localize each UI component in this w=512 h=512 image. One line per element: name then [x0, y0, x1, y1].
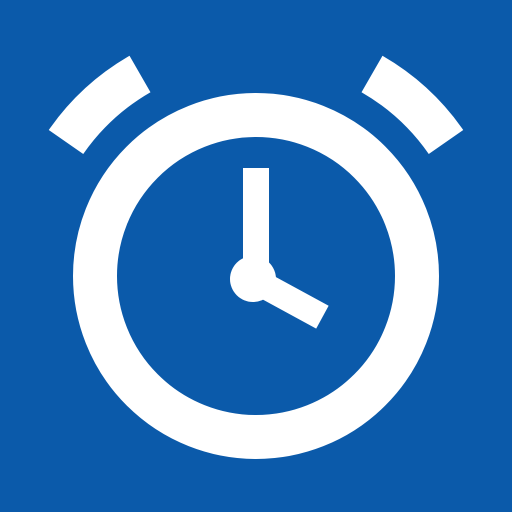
alarm-clock-icon	[0, 0, 512, 512]
app-icon[interactable]	[0, 0, 512, 512]
clock-center-pin	[230, 256, 276, 302]
